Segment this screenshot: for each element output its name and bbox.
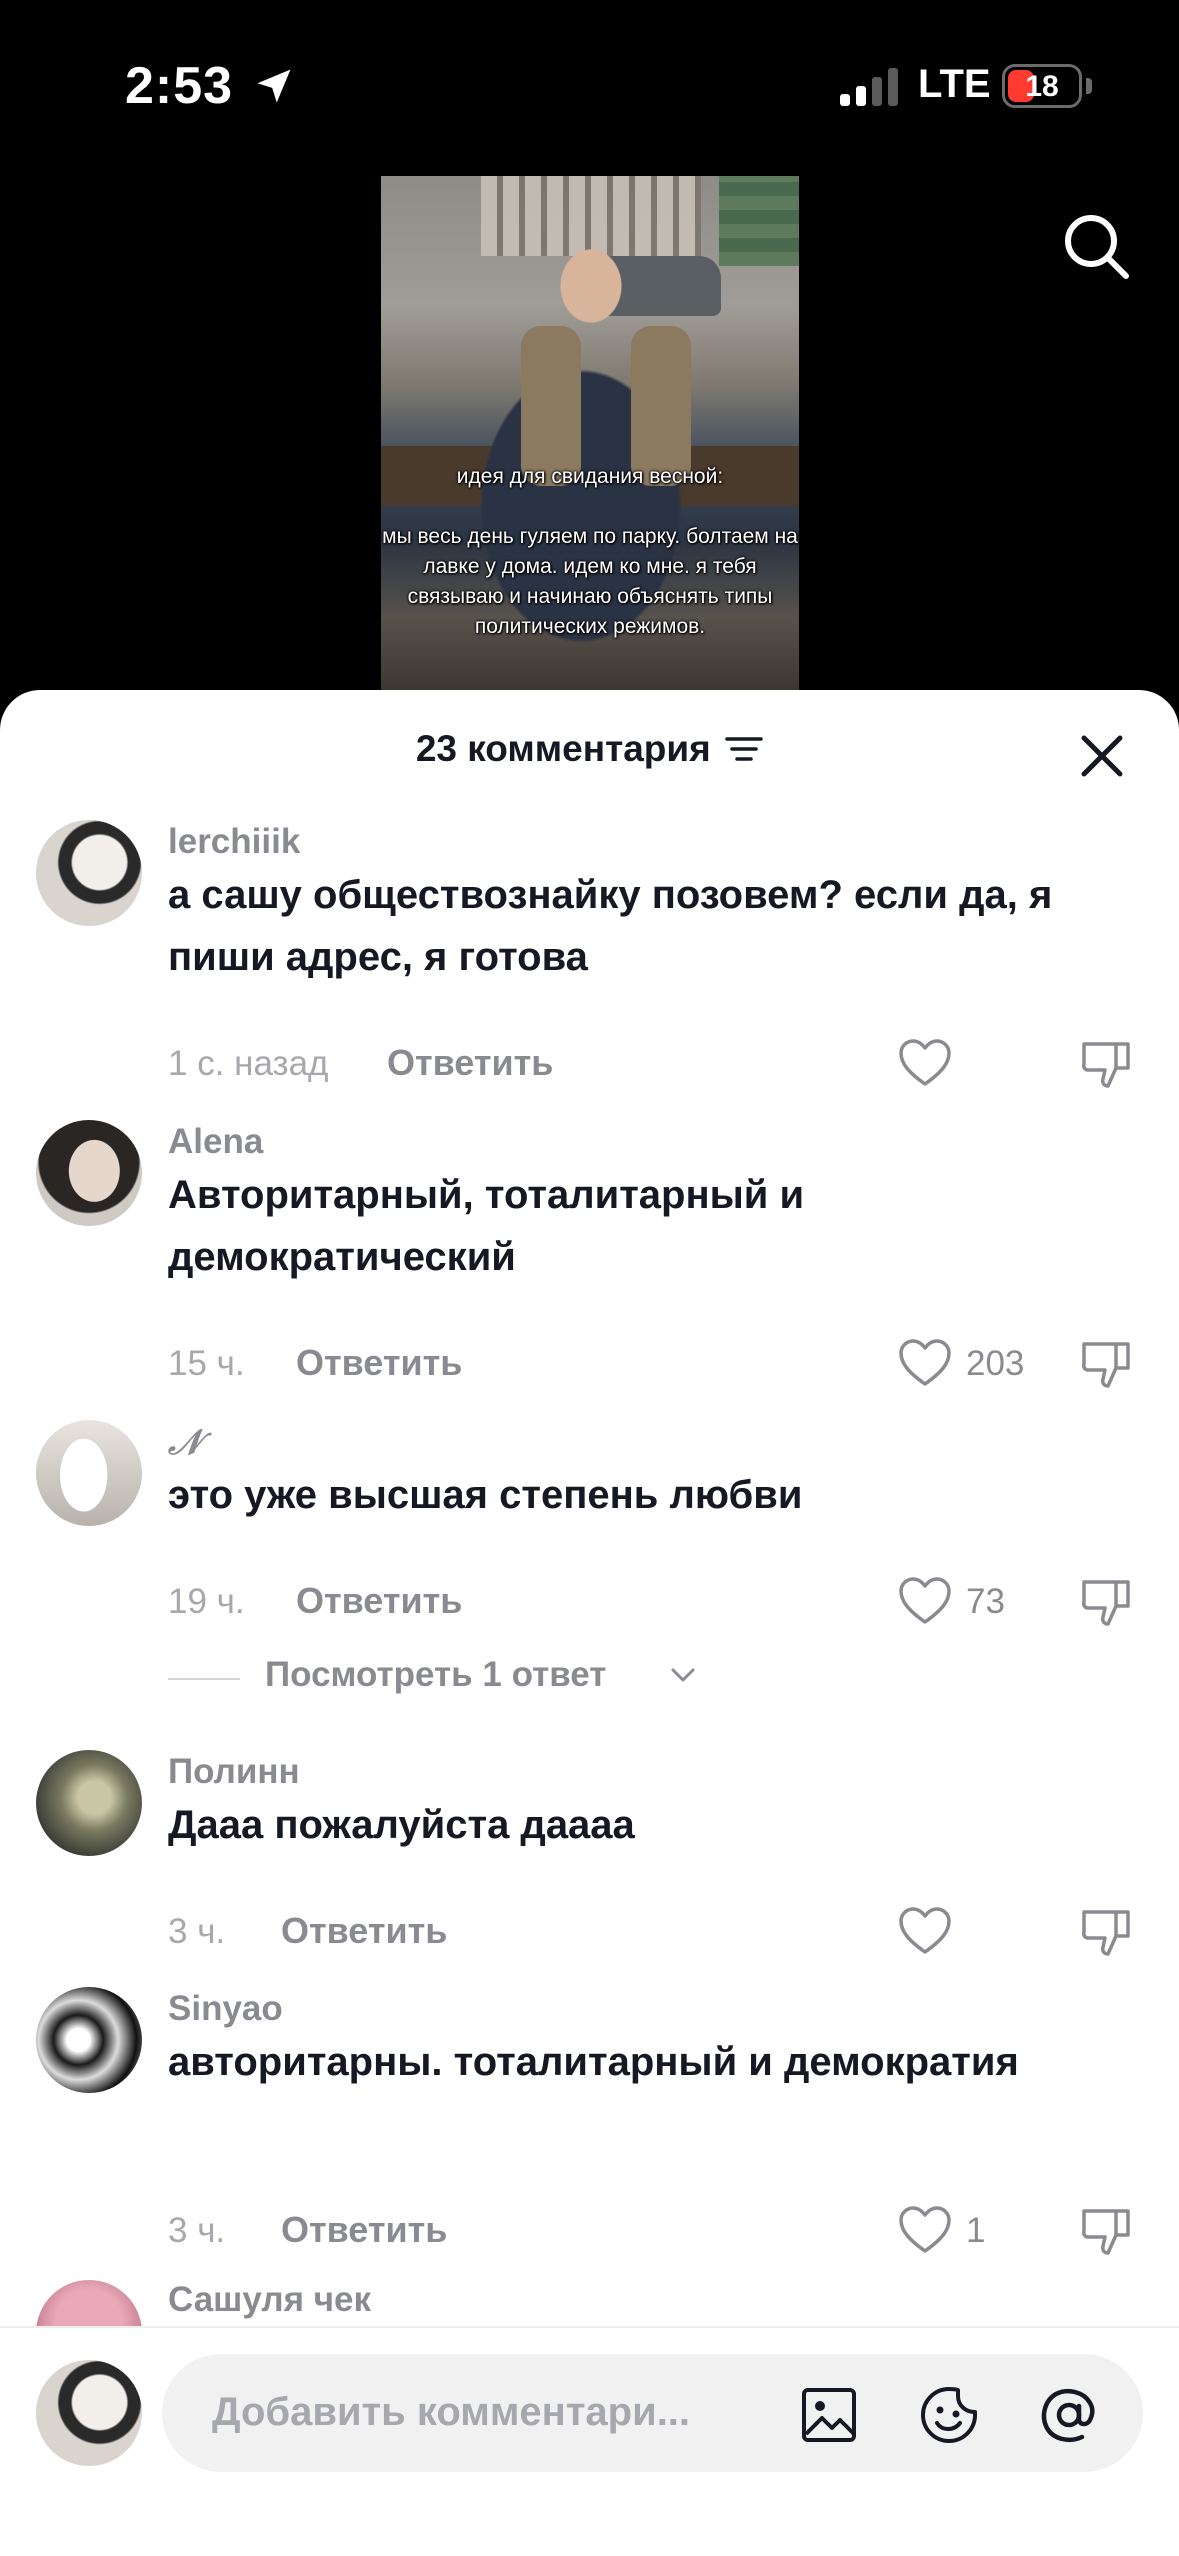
reply-button[interactable]: Ответить <box>281 2209 447 2251</box>
status-bar: 2:53 LTE 18 <box>0 0 1179 170</box>
mention-icon[interactable] <box>1038 2384 1100 2446</box>
comment-input[interactable]: Добавить комментари... <box>162 2354 1143 2472</box>
like-count: 73 <box>966 1582 1005 1621</box>
video-preview[interactable]: идея для свидания весной: мы весь день г… <box>381 176 799 696</box>
comment-text: авторитарны. тоталитарный и демократия <box>168 2040 1019 2084</box>
status-time: 2:53 <box>125 57 234 115</box>
comment-text: Авторитарный, тоталитарный и демократиче… <box>168 1173 805 1279</box>
comment-input-bar: Добавить комментари... <box>0 2326 1179 2556</box>
image-icon[interactable] <box>798 2384 860 2446</box>
view-replies-label: Посмотреть 1 ответ <box>265 1655 607 1694</box>
comment-username[interactable]: Сашуля чек <box>168 2280 371 2320</box>
comments-list[interactable]: lerchiiik а сашу обществознайку позовем?… <box>0 690 1179 2326</box>
heart-icon[interactable] <box>898 1576 952 1626</box>
location-arrow-icon <box>257 69 291 103</box>
comments-sheet: 23 комментария lerchiiik а сашу общество… <box>0 690 1179 2556</box>
video-caption-body: мы весь день гуляем по парку. болтаем на… <box>382 525 798 638</box>
like-count: 203 <box>966 1344 1025 1383</box>
video-caption-title: идея для свидания весной: <box>456 465 724 488</box>
avatar[interactable] <box>36 1987 142 2093</box>
comment-input-placeholder: Добавить комментари... <box>212 2390 691 2434</box>
network-type: LTE <box>918 62 991 106</box>
emoji-icon[interactable] <box>918 2384 980 2446</box>
dislike-icon[interactable] <box>1078 1904 1134 1960</box>
avatar[interactable] <box>36 2280 142 2326</box>
battery-nub <box>1086 78 1092 94</box>
avatar[interactable] <box>36 820 142 926</box>
view-replies-divider <box>168 1678 240 1680</box>
comment-username[interactable]: Полинн <box>168 1752 300 1792</box>
heart-icon[interactable] <box>898 2205 952 2255</box>
video-scene-wall <box>719 176 799 266</box>
my-avatar <box>36 2360 142 2466</box>
comment-time: 3 ч. <box>168 2211 226 2250</box>
reply-button[interactable]: Ответить <box>296 1580 462 1622</box>
comment-time: 15 ч. <box>168 1344 245 1383</box>
dislike-icon[interactable] <box>1078 1574 1134 1630</box>
reply-button[interactable]: Ответить <box>387 1042 553 1084</box>
dislike-icon[interactable] <box>1078 1036 1134 1092</box>
comment-text: а сашу обществознайку позовем? если да, … <box>168 873 1053 979</box>
reply-button[interactable]: Ответить <box>281 1910 447 1952</box>
video-scene-building <box>481 176 701 256</box>
comment-username[interactable]: 𝒩 <box>168 1422 202 1463</box>
avatar[interactable] <box>36 1750 142 1856</box>
comment-username[interactable]: Sinyao <box>168 1989 283 2029</box>
comment-text: Дааа пожалуйста даааа <box>168 1803 635 1847</box>
comment-time: 1 с. назад <box>168 1044 329 1083</box>
like-count: 1 <box>966 2211 986 2250</box>
comment-time: 19 ч. <box>168 1582 245 1621</box>
battery-icon: 18 <box>1002 64 1082 108</box>
comment-time: 3 ч. <box>168 1912 226 1951</box>
search-icon[interactable] <box>1060 210 1132 282</box>
reply-button[interactable]: Ответить <box>296 1342 462 1384</box>
avatar[interactable] <box>36 1120 142 1226</box>
comment-username[interactable]: Alena <box>168 1122 263 1162</box>
dislike-icon[interactable] <box>1078 1336 1134 1392</box>
comment-username[interactable]: lerchiiik <box>168 822 300 862</box>
heart-icon[interactable] <box>898 1038 952 1088</box>
signal-icon <box>840 68 898 106</box>
heart-icon[interactable] <box>898 1906 952 1956</box>
chevron-down-icon <box>671 1668 695 1682</box>
heart-icon[interactable] <box>898 1338 952 1388</box>
avatar[interactable] <box>36 1420 142 1526</box>
dislike-icon[interactable] <box>1078 2203 1134 2259</box>
comment-text: это уже высшая степень любви <box>168 1473 803 1517</box>
battery-percent: 18 <box>1025 70 1059 103</box>
